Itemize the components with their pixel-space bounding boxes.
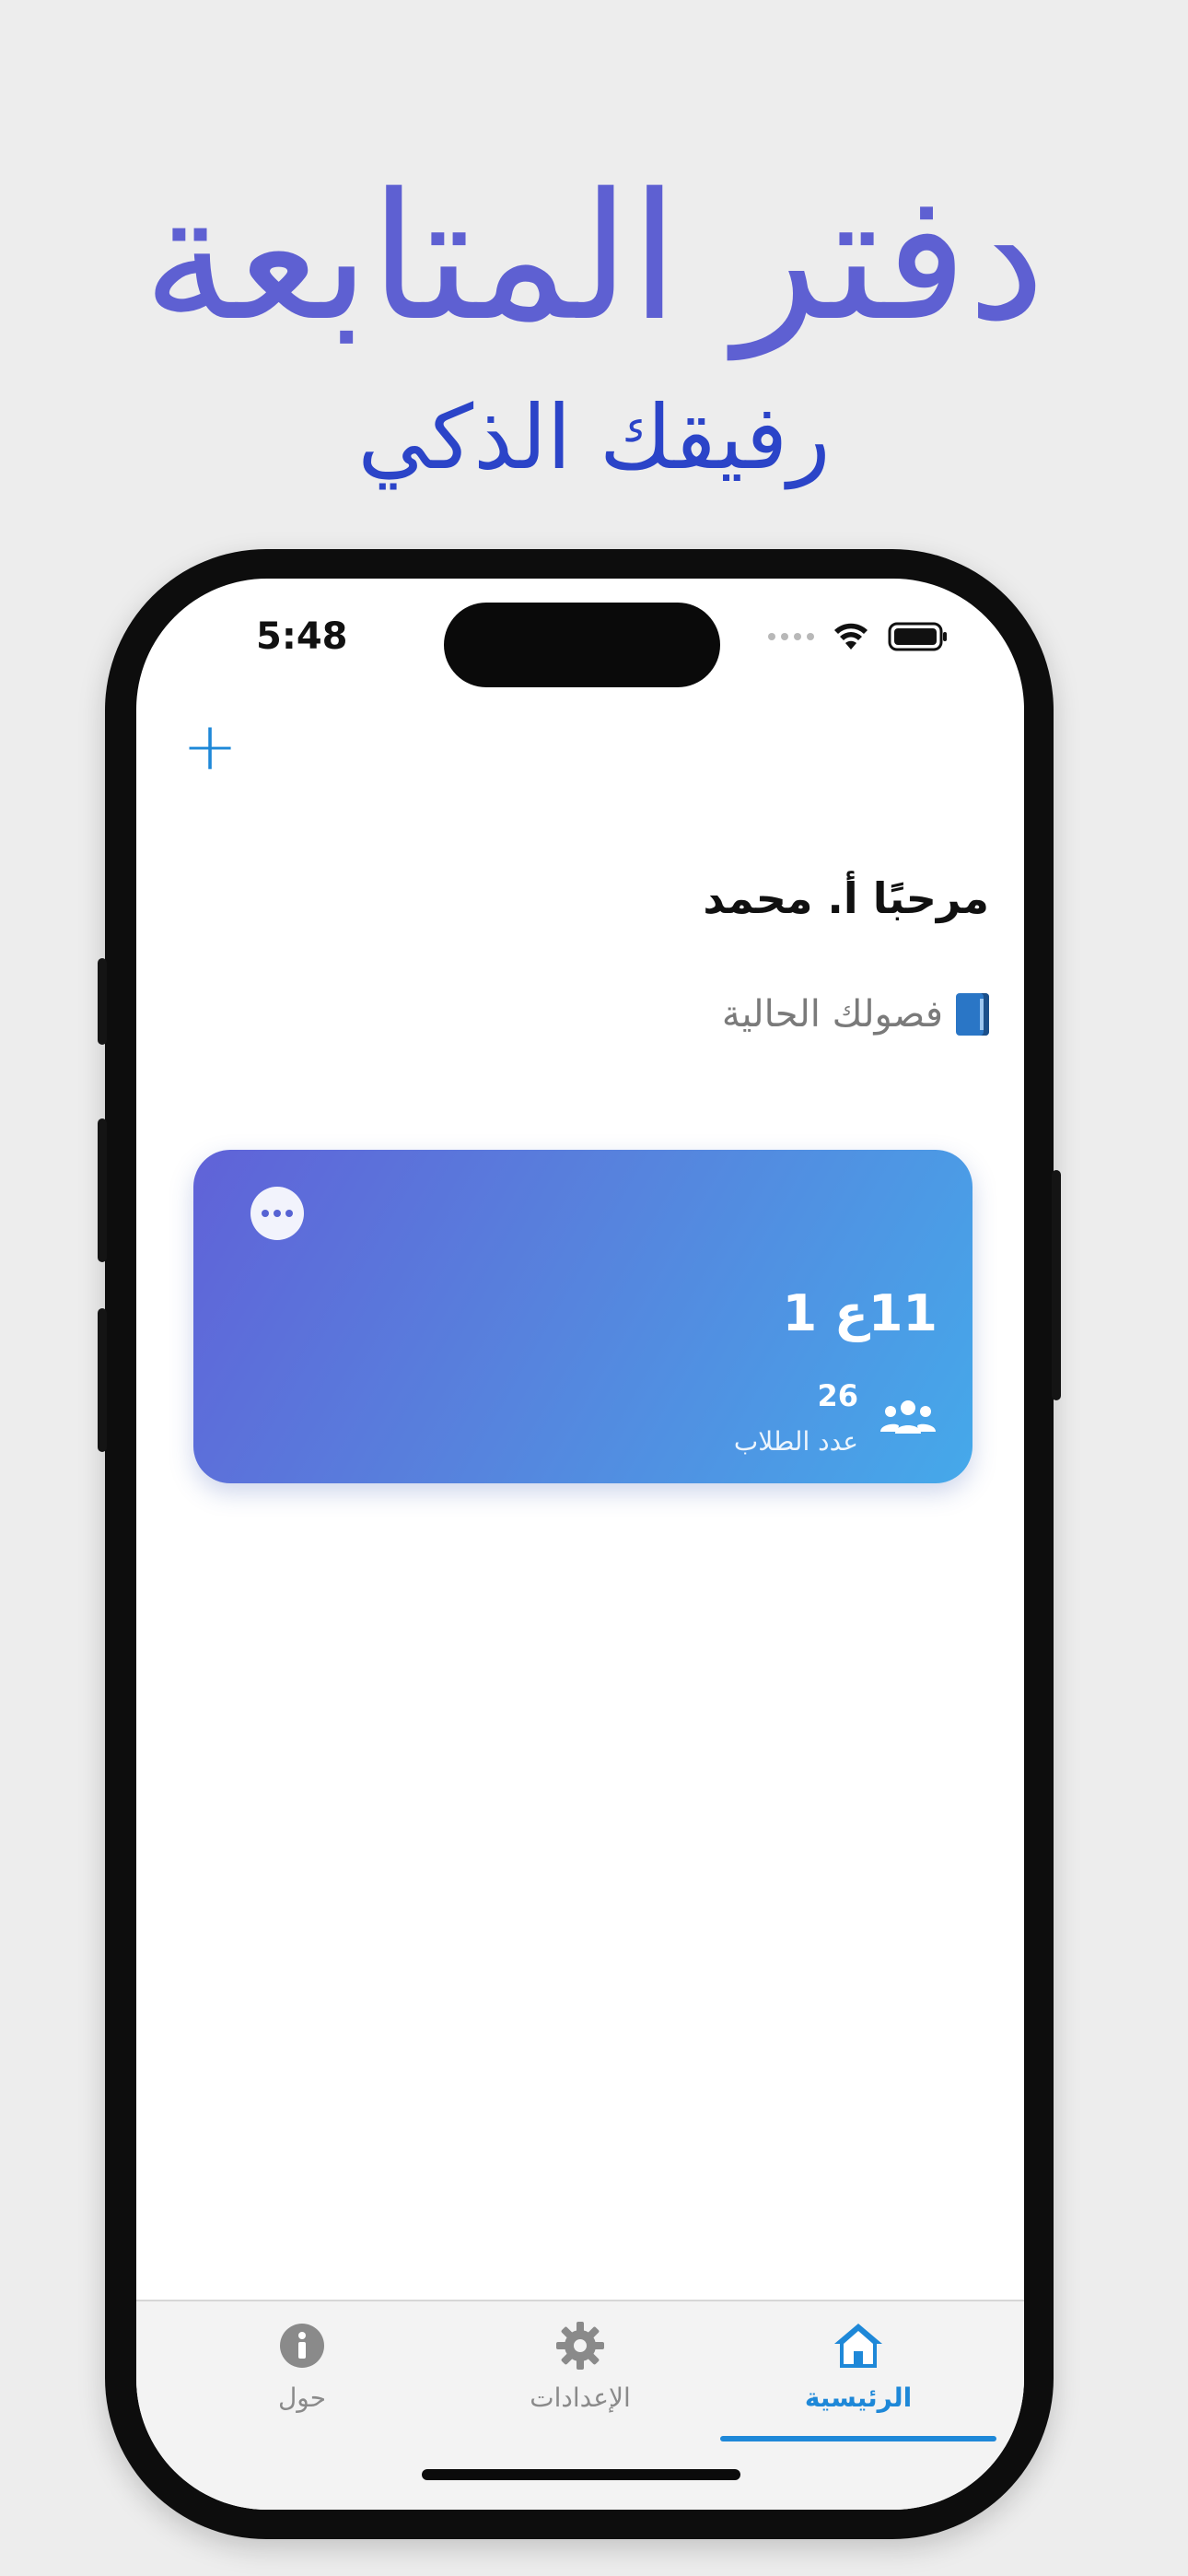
phone-silent-switch [98, 958, 107, 1045]
signal-icon [768, 633, 814, 640]
promo-title: دفتر المتابعة [142, 156, 1046, 359]
greeting-title: مرحبًا أ. محمد [703, 873, 989, 923]
phone-screen: 5:48 + مرحبًا أ. محمد فصولك الحالية 11ع … [136, 579, 1024, 2510]
add-class-button[interactable]: + [178, 713, 242, 781]
more-icon[interactable] [250, 1187, 304, 1240]
current-classes-heading: فصولك الحالية [722, 993, 989, 1036]
tab-about[interactable]: حول [164, 2320, 440, 2440]
battery-icon [888, 622, 947, 651]
home-icon [834, 2324, 882, 2368]
phone-volume-down-button [98, 1308, 107, 1452]
class-card[interactable]: 11ع 1 26 عدد الطلاب [193, 1150, 973, 1483]
tab-settings-label: الإعدادات [530, 2383, 631, 2413]
gear-icon [556, 2322, 604, 2370]
book-icon [956, 993, 989, 1036]
tab-home-label: الرئيسية [804, 2383, 913, 2413]
class-card-title: 11ع 1 [782, 1284, 938, 1342]
home-indicator[interactable] [422, 2469, 740, 2480]
active-tab-indicator [720, 2436, 996, 2441]
phone-power-button [1052, 1170, 1061, 1400]
phone-volume-up-button [98, 1118, 107, 1262]
status-icons [768, 621, 949, 652]
promo-subtitle: رفيقك الذكي [357, 386, 831, 489]
tab-settings[interactable]: الإعدادات [442, 2320, 718, 2440]
student-count-label: عدد الطلاب [733, 1426, 858, 1457]
student-count: 26 [817, 1378, 858, 1413]
info-icon [280, 2324, 324, 2368]
dynamic-island [444, 603, 720, 687]
wifi-icon [834, 623, 868, 650]
status-time: 5:48 [256, 615, 348, 658]
users-icon [880, 1400, 936, 1434]
tab-home[interactable]: الرئيسية [720, 2320, 996, 2440]
current-classes-label: فصولك الحالية [721, 993, 943, 1036]
tab-about-label: حول [277, 2383, 327, 2413]
